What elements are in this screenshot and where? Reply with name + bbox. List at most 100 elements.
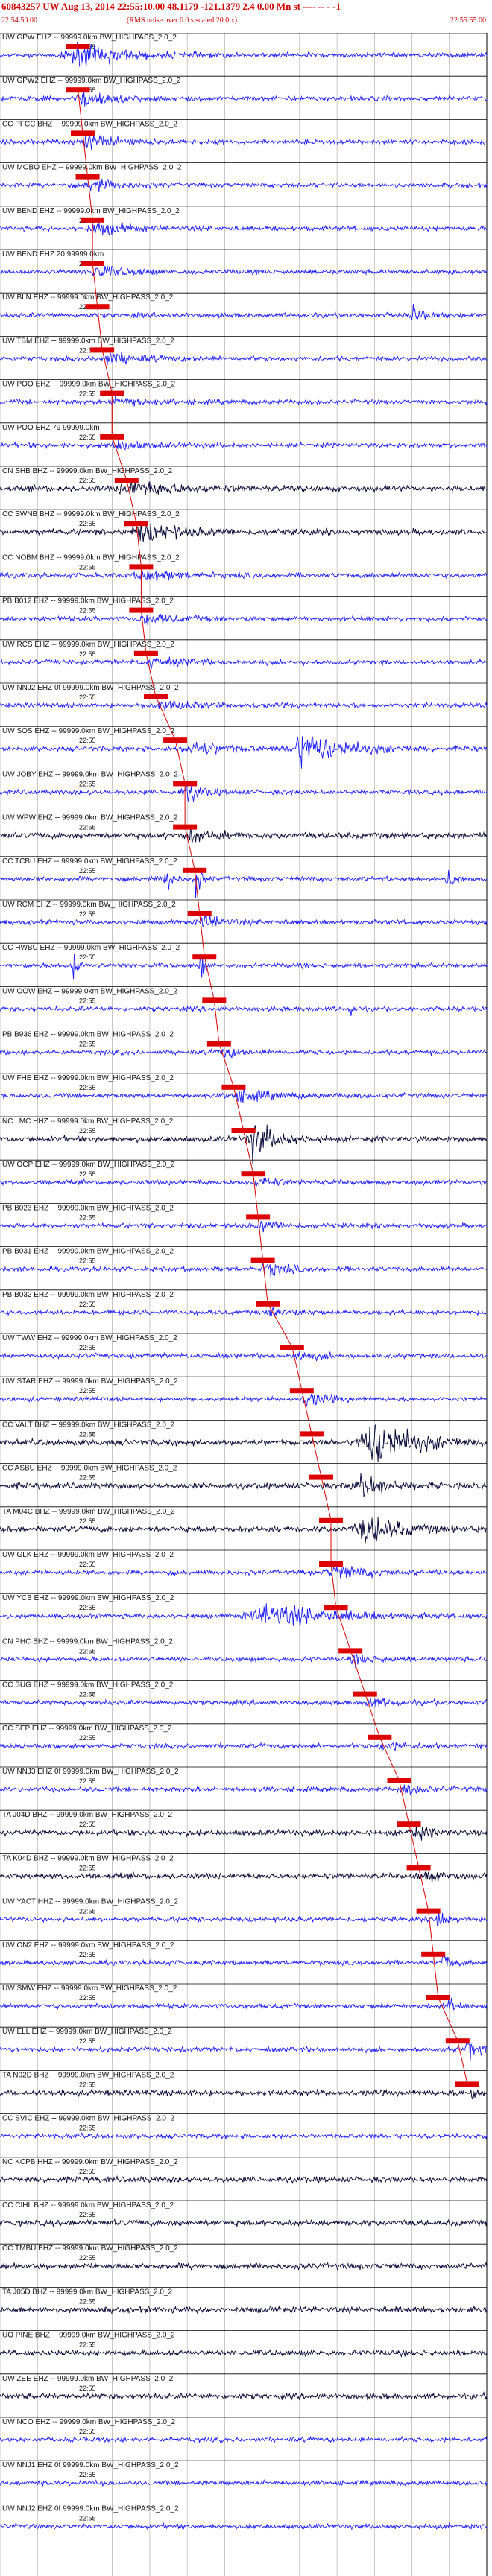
waveform-trace [0,1048,488,1059]
station-label: UW YACT HHZ -- 99999.0km BW_HIGHPASS_2.0… [2,1898,178,1906]
time-tick-label: 22:55 [79,2428,96,2435]
waveform-trace [0,1517,488,1544]
time-tick-label: 22:55 [79,1344,96,1351]
station-label: UW OCP EHZ -- 99999.0km BW_HIGHPASS_2.0_… [2,1161,175,1169]
waveform-trace [0,1424,488,1462]
waveform-trace [0,394,488,407]
waveform-trace [0,1177,488,1187]
station-label: NC KCPB HHZ -- 99999.0km BW_HIGHPASS_2.0… [2,2158,178,2166]
time-tick-label: 22:55 [79,997,96,1004]
station-label: CC ASBU EHZ -- 99999.0km BW_HIGHPASS_2.0… [2,1465,177,1473]
station-label: UW NCO EHZ -- 99999.0km BW_HIGHPASS_2.0_… [2,2418,176,2426]
station-label: UW POO EHZ 79 99999.0km [2,424,100,432]
station-label: CC HWBU EHZ -- 99999.0km BW_HIGHPASS_2.0… [2,944,180,952]
station-label: UW RCM EHZ -- 99999.0km BW_HIGHPASS_2.0_… [2,901,176,909]
station-label: UW MOBO EHZ -- 99999.0km BW_HIGHPASS_2.0… [2,164,182,172]
time-tick-label: 22:55 [79,1517,96,1525]
time-tick-label: 22:55 [79,1301,96,1308]
station-label: PB B012 EHZ -- 99999.0km BW_HIGHPASS_2.0… [2,597,174,606]
waveform-trace [0,869,488,898]
start-time: 22:54:50.00 [1,16,38,25]
station-label: CC PFCC BHZ -- 99999.0km BW_HIGHPASS_2.0… [2,120,177,128]
scaling-note: (RMS noise over 6.0 s scaled 20.0 x) [127,16,238,25]
waveform-trace [0,303,488,320]
waveform-trace [0,699,488,712]
time-tick-label: 22:55 [79,1170,96,1178]
time-tick-label: 22:55 [79,563,96,571]
station-label: TA K04D BHZ -- 99999.0km BW_HIGHPASS_2.0… [2,1854,174,1862]
waveform-trace [0,1263,488,1278]
station-label: PB B032 EHZ -- 99999.0km BW_HIGHPASS_2.0… [2,1291,174,1299]
waveform-trace [0,2262,488,2271]
station-label: PB B936 EHZ -- 99999.0km BW_HIGHPASS_2.0… [2,1031,174,1039]
time-tick-label: 22:55 [79,1257,96,1265]
waveform-trace [0,1351,488,1362]
station-label: UW NNJ1 EHZ 0f 99999.0km BW_HIGHPASS_2.0… [2,2461,179,2469]
waveform-trace [0,1088,488,1103]
station-label: CC SVIC EHZ -- 99999.0km BW_HIGHPASS_2.0… [2,2115,174,2123]
waveform-trace [0,1653,488,1669]
waveform-trace [0,1741,488,1752]
waveform-trace [0,222,488,236]
waveform-trace [0,1784,488,1796]
station-label: UW JOBY EHZ -- 99999.0km BW_HIGHPASS_2.0… [2,770,178,778]
waveform-trace [0,827,488,843]
time-tick-label: 22:55 [79,607,96,615]
waveform-trace [0,1826,488,1841]
time-tick-label: 22:55 [79,1387,96,1395]
time-tick-label: 22:55 [79,2037,96,2045]
time-tick-label: 22:55 [79,1951,96,1958]
waveform-trace [0,2088,488,2101]
time-tick-label: 22:55 [79,2341,96,2349]
time-tick-label: 22:55 [79,1777,96,1785]
waveform-trace [0,1004,488,1016]
station-label: UW BEND EHZ 20 99999.0km [2,250,104,258]
station-label: UW SMW EHZ -- 99999.0km BW_HIGHPASS_2.0_… [2,1985,177,1993]
waveform-trace [0,1603,488,1627]
waveform-trace [0,2391,488,2401]
waveform-trace [0,521,488,543]
station-label: CC SEP EHZ -- 99999.0km BW_HIGHPASS_2.0_… [2,1725,172,1733]
waveform-trace [0,656,488,670]
waveform-trace [0,2174,488,2184]
waveform-trace [0,2435,488,2444]
waveform-trace [0,1997,488,2011]
station-label: UW NNJ2 EHZ 0f 99999.0km BW_HIGHPASS_2.0… [2,684,179,692]
station-label: UW GPW2 EHZ -- 99999.0km BW_HIGHPASS_2.0… [2,77,181,85]
time-tick-label: 22:55 [79,1647,96,1655]
station-label: UW STAR EHZ -- 99999.0km BW_HIGHPASS_2.0… [2,1377,178,1386]
station-label: UW ELL EHZ -- 99999.0km BW_HIGHPASS_2.0_… [2,2028,172,2036]
time-tick-label: 22:55 [79,2125,96,2132]
time-tick-label: 22:55 [79,867,96,875]
time-tick-label: 22:55 [79,910,96,918]
station-label: UW BLN EHZ -- 99999.0km BW_HIGHPASS_2.0_… [2,294,174,302]
plot-header: 60843257 UW Aug 13, 2014 22:55:10.00 48.… [0,0,492,33]
time-tick-label: 22:55 [79,650,96,658]
waveform-trace [0,2218,488,2228]
waveform-trace [0,92,488,107]
time-tick-label: 22:55 [79,1474,96,1482]
time-tick-label: 22:55 [79,1864,96,1871]
event-title: 60843257 UW Aug 13, 2014 22:55:10.00 48.… [1,1,341,12]
time-tick-label: 22:55 [79,2254,96,2262]
waveform-trace [0,2305,488,2315]
station-label: CN SHB BHZ -- 99999.0km BW_HIGHPASS_2.0_… [2,467,173,475]
time-tick-label: 22:55 [79,824,96,831]
time-tick-label: 22:55 [79,2385,96,2392]
time-tick-label: 22:55 [79,737,96,744]
station-label: CC TMBU BHZ -- 99999.0km BW_HIGHPASS_2.0… [2,2245,178,2253]
time-tick-label: 22:55 [79,1041,96,1048]
time-tick-label: 22:55 [79,477,96,484]
time-tick-label: 22:55 [79,390,96,398]
station-label: UW GLK EHZ -- 99999.0km BW_HIGHPASS_2.0_… [2,1551,174,1559]
station-label: UW TBM EHZ -- 99999.0km BW_HIGHPASS_2.0_… [2,337,174,345]
station-label: TA M04C BHZ -- 99999.0km BW_HIGHPASS_2.0… [2,1508,175,1516]
waveform-trace [0,2522,488,2531]
time-tick-label: 22:55 [79,1561,96,1568]
station-label: UW SOS EHZ -- 99999.0km BW_HIGHPASS_2.0_… [2,727,174,735]
time-tick-label: 22:55 [79,1821,96,1828]
station-label: UW OOW EHZ -- 99999.0km BW_HIGHPASS_2.0_… [2,987,177,995]
station-label: TA J05D BHZ -- 99999.0km BW_HIGHPASS_2.0… [2,2288,172,2296]
time-tick-label: 22:55 [79,2168,96,2175]
waveform-trace [0,1566,488,1579]
